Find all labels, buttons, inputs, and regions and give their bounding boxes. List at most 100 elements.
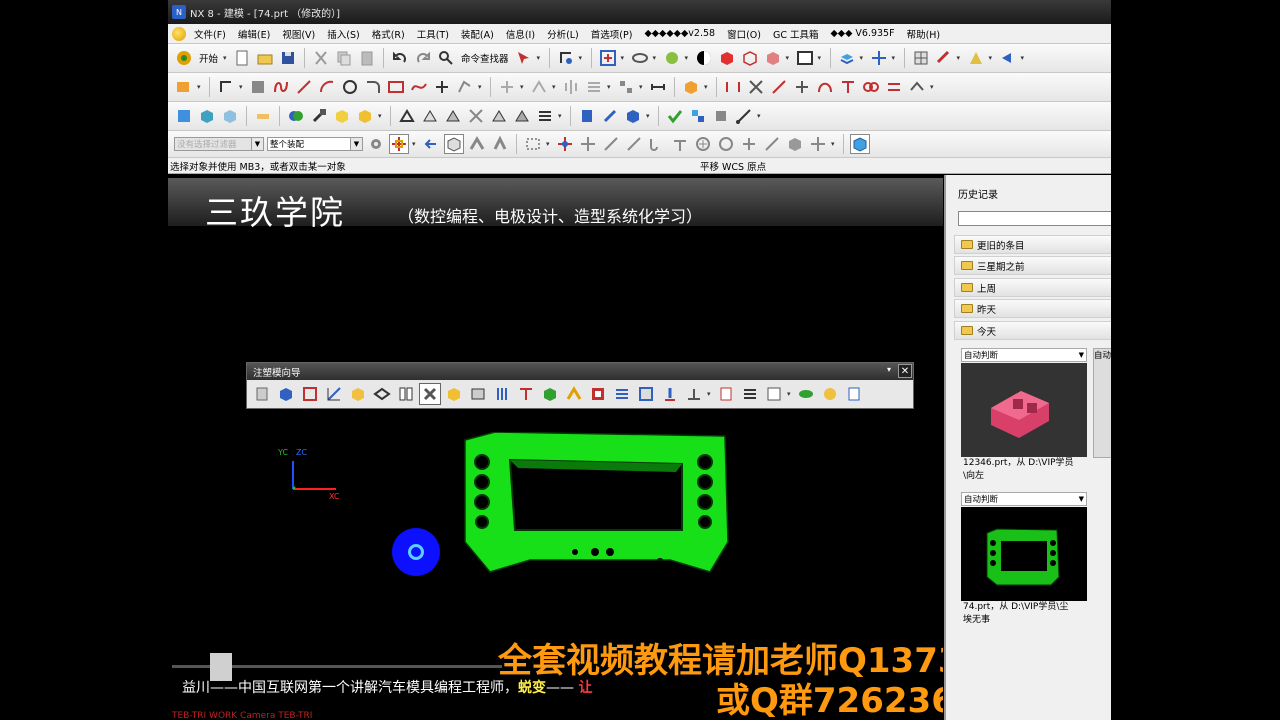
thicken-icon[interactable]	[512, 106, 532, 126]
mold-wizard-header[interactable]: 注塑模向导 ▾ ✕	[247, 363, 913, 380]
sketch-icon[interactable]	[174, 77, 194, 97]
mold-base-icon[interactable]	[443, 383, 465, 405]
fillet-icon[interactable]	[363, 77, 383, 97]
mold-tools-icon[interactable]	[395, 383, 417, 405]
edge-blend-icon[interactable]	[397, 106, 417, 126]
command-finder-icon[interactable]	[436, 48, 456, 68]
center-snap-icon[interactable]	[693, 134, 713, 154]
rotate-view-icon[interactable]	[630, 48, 650, 68]
background-icon[interactable]	[795, 48, 815, 68]
dimension-icon[interactable]	[648, 77, 668, 97]
circle-icon[interactable]	[340, 77, 360, 97]
rectangle-select-icon[interactable]	[523, 134, 543, 154]
close-icon[interactable]: ✕	[898, 364, 912, 378]
mold-report-icon[interactable]	[843, 383, 865, 405]
midpoint-snap-icon[interactable]	[578, 134, 598, 154]
component-icon[interactable]	[711, 106, 731, 126]
history-group-older[interactable]: 更旧的条目	[954, 235, 1111, 254]
start-button[interactable]: 开始	[197, 51, 220, 65]
ejector-pin-icon[interactable]	[491, 383, 513, 405]
electrode-icon[interactable]	[635, 383, 657, 405]
expression-icon[interactable]	[577, 106, 597, 126]
pattern-curve-icon[interactable]	[584, 77, 604, 97]
wireframe-view-icon[interactable]	[740, 48, 760, 68]
feature-box-icon[interactable]	[681, 77, 701, 97]
start-icon[interactable]	[174, 48, 194, 68]
point-icon[interactable]	[432, 77, 452, 97]
menu-help[interactable]: 帮助(H)	[901, 27, 947, 41]
menu-format[interactable]: 格式(R)	[366, 27, 411, 41]
offset-curve-icon[interactable]	[455, 77, 475, 97]
history-group-last-week[interactable]: 上周	[954, 278, 1111, 297]
chain-curve-icon[interactable]	[861, 77, 881, 97]
render-style-icon[interactable]	[662, 48, 682, 68]
datum-icon[interactable]	[253, 106, 273, 126]
point-snap-icon[interactable]	[739, 134, 759, 154]
history-card-dropdown[interactable]: 自动判断 ▼	[961, 492, 1087, 506]
shaded-view-icon[interactable]	[717, 48, 737, 68]
menu-edit[interactable]: 编辑(E)	[232, 27, 276, 41]
undo-icon[interactable]	[390, 48, 410, 68]
trim-body-icon[interactable]	[466, 106, 486, 126]
helix-icon[interactable]	[815, 77, 835, 97]
new-file-icon[interactable]	[232, 48, 252, 68]
check-geometry-icon[interactable]	[665, 106, 685, 126]
filter-gear-icon[interactable]	[366, 134, 386, 154]
pen-icon[interactable]	[600, 106, 620, 126]
unite-icon[interactable]	[286, 106, 306, 126]
intersect-curve-icon[interactable]	[746, 77, 766, 97]
menu-assembly[interactable]: 装配(A)	[455, 27, 500, 41]
mirror-curve-icon[interactable]	[561, 77, 581, 97]
toolbar-options-icon[interactable]: ▾	[887, 365, 891, 374]
trim-curve-icon[interactable]	[497, 77, 517, 97]
snap-options-icon[interactable]	[808, 134, 828, 154]
menu-preferences[interactable]: 首选项(P)	[585, 27, 639, 41]
macro-icon[interactable]	[998, 48, 1018, 68]
select-feature-icon[interactable]	[467, 134, 487, 154]
arrow-back-icon[interactable]	[421, 134, 441, 154]
visibility-icon[interactable]	[795, 383, 817, 405]
composite-curve-icon[interactable]	[907, 77, 927, 97]
text-curve-icon[interactable]	[838, 77, 858, 97]
line-icon[interactable]	[294, 77, 314, 97]
multi-cavity-icon[interactable]	[371, 383, 393, 405]
history-card-dropdown[interactable]: 自动判断 ▼	[961, 348, 1087, 362]
runner-icon[interactable]	[587, 383, 609, 405]
view-cube-icon[interactable]	[850, 134, 870, 154]
redo-icon[interactable]	[413, 48, 433, 68]
paste-icon[interactable]	[357, 48, 377, 68]
sub-insert-icon[interactable]	[539, 383, 561, 405]
measure-icon[interactable]	[934, 48, 954, 68]
save-icon[interactable]	[278, 48, 298, 68]
hammer-icon[interactable]	[309, 106, 329, 126]
quadrant-snap-icon[interactable]	[716, 134, 736, 154]
move-object-icon[interactable]	[869, 48, 889, 68]
snap-icon[interactable]	[556, 48, 576, 68]
menu-plugin-2[interactable]: ◆◆◆ V6.935F	[824, 28, 900, 39]
history-group-three-weeks[interactable]: 三星期之前	[954, 256, 1111, 275]
history-card-thumbnail[interactable]	[961, 363, 1087, 457]
workpiece-icon[interactable]	[323, 383, 345, 405]
draft-icon[interactable]	[443, 106, 463, 126]
drawing-icon[interactable]	[739, 383, 761, 405]
bom-icon[interactable]	[715, 383, 737, 405]
pattern-fill-icon[interactable]	[248, 77, 268, 97]
spline-icon[interactable]	[409, 77, 429, 97]
graphics-viewport[interactable]: 三玖学院 （数控编程、电极设计、造型系统化学习） 注塑模向导 ▾ ✕ ▾ ▾ Y…	[168, 175, 943, 720]
wcs-snap-icon[interactable]	[389, 134, 409, 154]
offset-face-icon[interactable]	[489, 106, 509, 126]
extend-curve-icon[interactable]	[529, 77, 549, 97]
selection-scope-dropdown[interactable]: 整个装配 ▼	[267, 137, 363, 151]
extrude-icon[interactable]	[197, 106, 217, 126]
menu-window[interactable]: 窗口(O)	[721, 27, 767, 41]
curve-snap-icon[interactable]	[647, 134, 667, 154]
open-folder-icon[interactable]	[255, 48, 275, 68]
face-snap-icon[interactable]	[785, 134, 805, 154]
pocket-icon[interactable]	[683, 383, 705, 405]
menu-file[interactable]: 文件(F)	[188, 27, 232, 41]
join-curve-icon[interactable]	[792, 77, 812, 97]
measure-distance-icon[interactable]	[734, 106, 754, 126]
bridge-curve-icon[interactable]	[723, 77, 743, 97]
isoparametric-icon[interactable]	[884, 77, 904, 97]
fit-view-icon[interactable]	[598, 48, 618, 68]
